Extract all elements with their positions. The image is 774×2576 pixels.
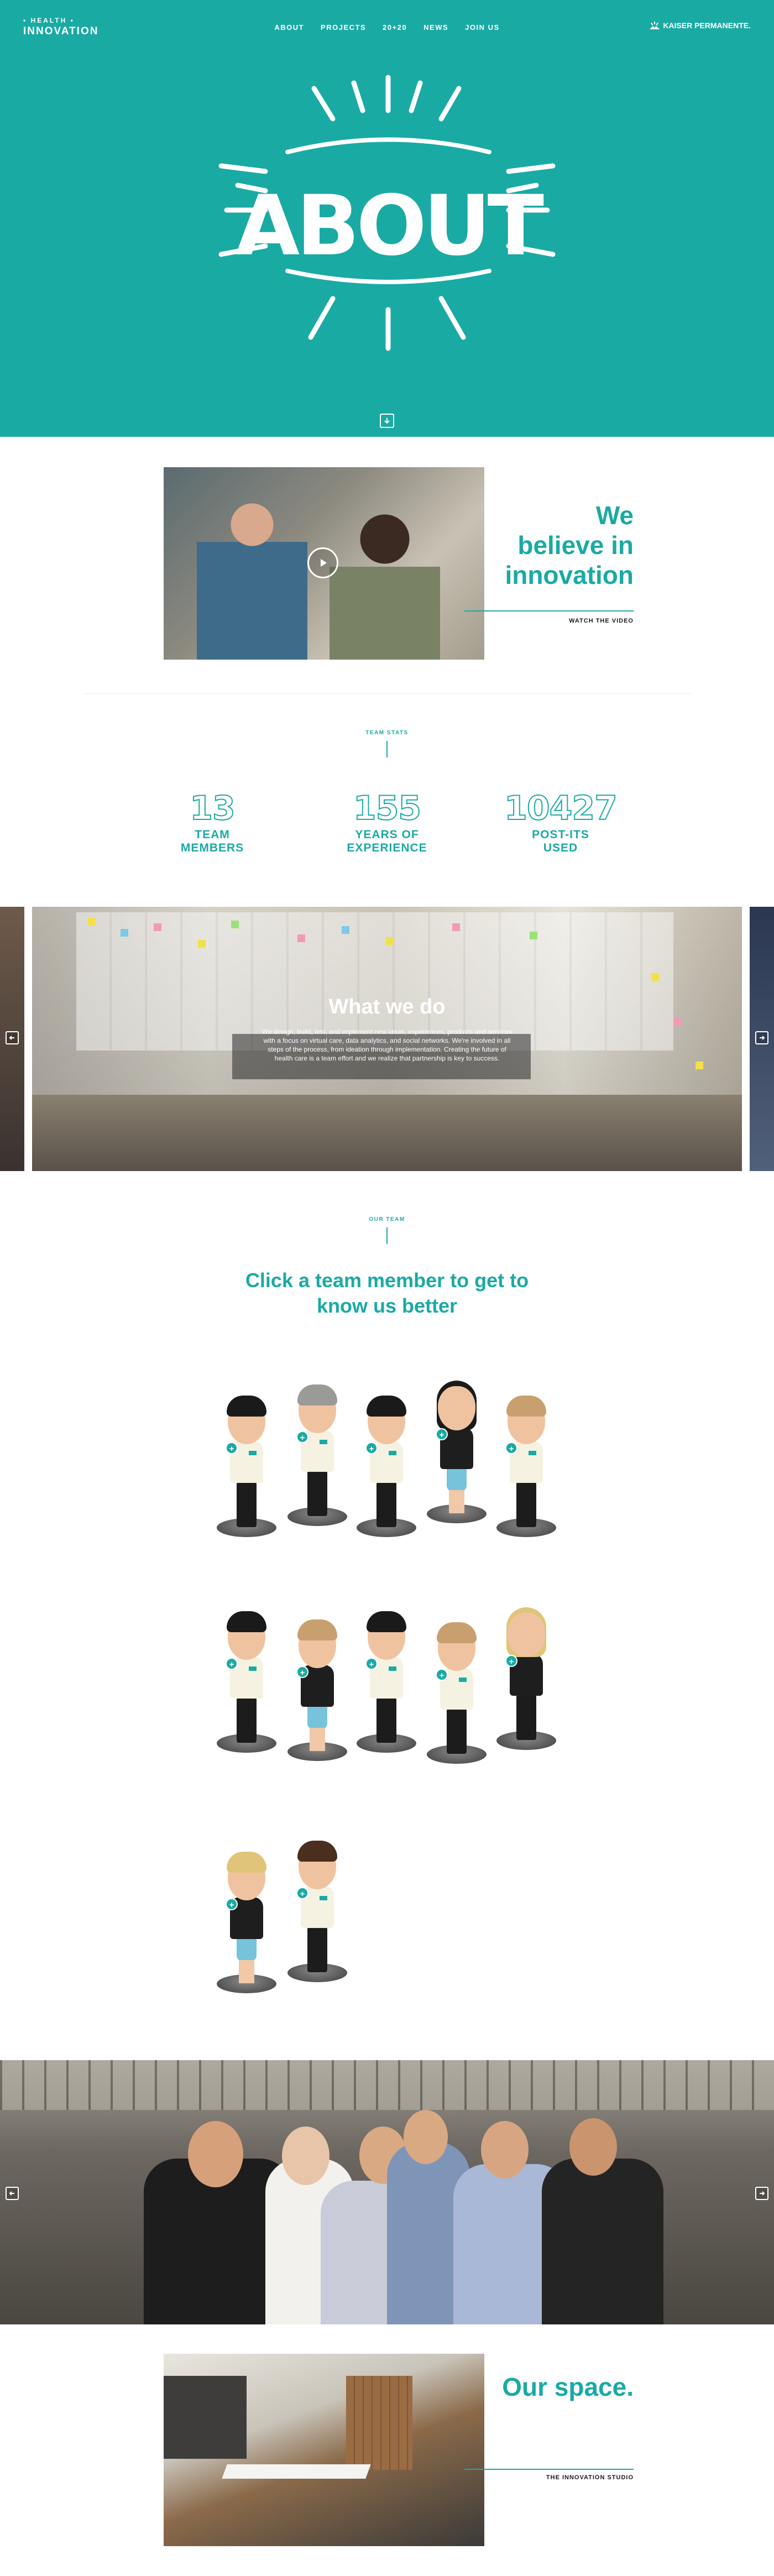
innovation-studio-link[interactable]: THE INNOVATION STUDIO	[498, 2474, 634, 2481]
team-member-1[interactable]: +	[217, 1371, 276, 1537]
team-stats-label: TEAM STATS	[365, 730, 409, 736]
our-space-heading: Our space.	[502, 2373, 634, 2401]
stat-label-1: TEAM	[195, 828, 230, 841]
plus-icon: +	[296, 1431, 308, 1443]
about-hero-art: ABOUT	[218, 75, 556, 351]
nav-20-20[interactable]: 20+20	[383, 23, 407, 32]
team-member-6[interactable]: +	[217, 1587, 276, 1753]
plus-icon: +	[226, 1658, 238, 1670]
what-we-do-text: We design, build, test, and implement ne…	[262, 1028, 512, 1062]
team-heading-line-2: know us better	[316, 1294, 458, 1317]
plus-icon: +	[226, 1442, 238, 1454]
nav-news[interactable]: NEWS	[423, 23, 448, 32]
believe-line-2: believe in	[517, 531, 634, 560]
team-group-photo	[0, 2060, 774, 2324]
team-stats-tick	[386, 741, 388, 757]
hero-section: • HEALTH • INNOVATION ABOUT PROJECTS 20+…	[0, 0, 774, 437]
stat-label-2: EXPERIENCE	[347, 842, 427, 854]
stat-value: 13	[189, 789, 236, 828]
team-member-3[interactable]: +	[357, 1371, 416, 1537]
what-we-do-title: What we do	[328, 995, 446, 1018]
group-next-button[interactable]	[755, 2187, 768, 2200]
nav-about[interactable]: ABOUT	[274, 23, 304, 32]
plus-icon: +	[505, 1442, 517, 1454]
plus-icon: +	[296, 1666, 308, 1678]
stat-post-its-used: 10427 POST-ITS USED	[500, 789, 621, 855]
team-member-11[interactable]: +	[217, 1827, 276, 1993]
arrow-left-icon	[9, 2191, 14, 2196]
team-member-9[interactable]: +	[427, 1598, 487, 1764]
innovation-studio-photo[interactable]	[164, 2354, 484, 2546]
our-space-divider	[464, 2469, 634, 2470]
arrow-right-icon	[760, 2191, 765, 2196]
kp-symbol-icon	[650, 22, 660, 29]
carousel-prev-button[interactable]	[6, 1031, 19, 1044]
kaiser-permanente-logo[interactable]: KAISER PERMANENTE.	[650, 21, 751, 30]
plus-icon: +	[296, 1887, 308, 1899]
stat-value: 10427	[504, 789, 618, 828]
stat-value: 155	[353, 789, 422, 828]
kp-logo-text: KAISER PERMANENTE.	[663, 21, 751, 30]
carousel-next-button[interactable]	[755, 1031, 768, 1044]
hero-title: ABOUT	[236, 178, 544, 274]
section-divider	[83, 693, 691, 694]
team-member-2[interactable]: +	[287, 1360, 347, 1526]
plus-icon: +	[365, 1442, 378, 1454]
team-heading: Click a team member to get to know us be…	[0, 1268, 774, 1319]
team-member-8[interactable]: +	[357, 1587, 416, 1753]
stat-label-2: USED	[543, 842, 578, 854]
team-member-5[interactable]: +	[496, 1371, 556, 1537]
team-member-10[interactable]: +	[496, 1584, 556, 1750]
plus-icon: +	[365, 1658, 378, 1670]
believe-line-1: We	[595, 501, 634, 530]
stat-label-2: MEMBERS	[180, 842, 244, 854]
watch-video-link[interactable]: WATCH THE VIDEO	[498, 618, 634, 624]
plus-icon: +	[436, 1428, 448, 1440]
nav-projects[interactable]: PROJECTS	[321, 23, 366, 32]
scroll-down-button[interactable]	[380, 414, 394, 428]
team-heading-line-1: Click a team member to get to	[245, 1269, 529, 1292]
believe-divider	[464, 610, 634, 612]
believe-line-3: innovation	[505, 561, 634, 589]
team-member-12[interactable]: +	[287, 1816, 347, 1982]
arrow-left-icon	[9, 1036, 14, 1040]
stat-years-experience: 155 YEARS OF EXPERIENCE	[326, 789, 448, 855]
nav-join-us[interactable]: JOIN US	[465, 23, 500, 32]
stat-team-members: 13 TEAM MEMBERS	[151, 789, 273, 855]
stat-label-1: POST-ITS	[532, 828, 589, 841]
team-member-7[interactable]: +	[287, 1595, 347, 1761]
our-team-tick	[386, 1227, 388, 1244]
play-video-button[interactable]	[307, 547, 338, 578]
play-icon	[321, 559, 327, 567]
plus-icon: +	[436, 1669, 448, 1681]
arrow-down-icon	[384, 418, 390, 424]
team-member-4[interactable]: +	[427, 1357, 487, 1523]
stat-label-1: YEARS OF	[355, 828, 419, 841]
our-team-label: OUR TEAM	[369, 1216, 405, 1222]
arrow-right-icon	[760, 1036, 765, 1040]
group-prev-button[interactable]	[6, 2187, 19, 2200]
believe-heading: We believe in innovation	[487, 500, 634, 590]
plus-icon: +	[505, 1655, 517, 1667]
plus-icon: +	[226, 1898, 238, 1910]
